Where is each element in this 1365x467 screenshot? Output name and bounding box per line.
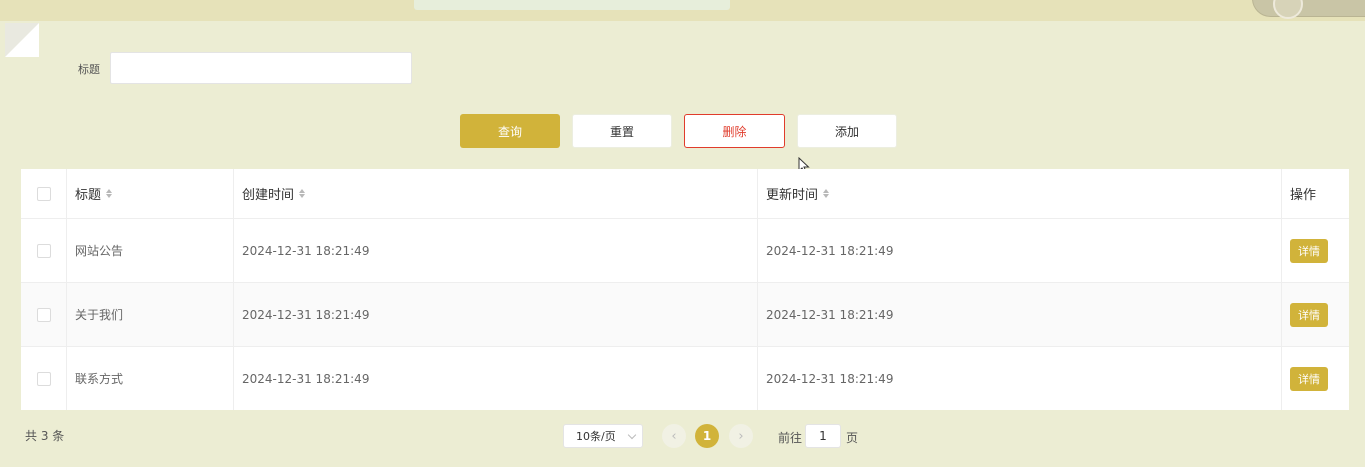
row-actions: 详情: [1282, 283, 1349, 346]
delete-button[interactable]: 删除: [684, 114, 785, 148]
row-actions: 详情: [1282, 347, 1349, 410]
top-tab[interactable]: [414, 0, 730, 10]
row-checkbox[interactable]: [36, 307, 51, 322]
title-search-input[interactable]: [110, 52, 412, 84]
goto-label: 前往: [778, 431, 803, 445]
sort-icon[interactable]: [823, 189, 830, 198]
add-button[interactable]: 添加: [797, 114, 897, 148]
sort-icon[interactable]: [299, 189, 306, 198]
data-table: 标题 创建时间 更新时间 操作 网站公告 2024-12-31 18:21:49…: [21, 169, 1349, 410]
chevron-down-icon: [627, 430, 637, 440]
chevron-left-icon: ‹: [671, 428, 677, 444]
header-actions-label: 操作: [1290, 188, 1317, 203]
page-number-button[interactable]: 1: [695, 424, 719, 448]
table-header-row: 标题 创建时间 更新时间 操作: [21, 169, 1349, 218]
next-page-button[interactable]: ›: [729, 424, 753, 448]
header-updated[interactable]: 更新时间: [758, 169, 1282, 218]
row-updated: 2024-12-31 18:21:49: [758, 283, 1282, 346]
row-checkbox[interactable]: [36, 371, 51, 386]
detail-button[interactable]: 详情: [1290, 302, 1328, 327]
avatar[interactable]: [1273, 0, 1303, 19]
row-created: 2024-12-31 18:21:49: [234, 219, 758, 282]
main-content: 标题 查询 重置 删除 添加 标题 创建时间 更新时间 操作 网站公告 2024…: [5, 21, 1365, 467]
row-title: 联系方式: [67, 347, 234, 410]
sort-icon[interactable]: [106, 189, 113, 198]
chevron-right-icon: ›: [738, 428, 744, 444]
row-select-cell: [21, 283, 67, 346]
row-created: 2024-12-31 18:21:49: [234, 347, 758, 410]
row-created: 2024-12-31 18:21:49: [234, 283, 758, 346]
header-actions: 操作: [1282, 169, 1349, 218]
goto-suffix: 页: [846, 431, 859, 445]
page-size-select[interactable]: 10条/页: [563, 424, 643, 448]
reset-button[interactable]: 重置: [572, 114, 672, 148]
page-size-value: 10条/页: [576, 430, 616, 443]
detail-button[interactable]: 详情: [1290, 366, 1328, 391]
user-menu[interactable]: [1252, 0, 1365, 19]
row-actions: 详情: [1282, 219, 1349, 282]
header-created[interactable]: 创建时间: [234, 169, 758, 218]
detail-button[interactable]: 详情: [1290, 238, 1328, 263]
row-select-cell: [21, 219, 67, 282]
row-title: 关于我们: [67, 283, 234, 346]
title-search-label: 标题: [78, 63, 100, 76]
table-row: 关于我们 2024-12-31 18:21:49 2024-12-31 18:2…: [21, 282, 1349, 346]
table-row: 网站公告 2024-12-31 18:21:49 2024-12-31 18:2…: [21, 218, 1349, 282]
row-select-cell: [21, 347, 67, 410]
select-all-checkbox[interactable]: [36, 186, 51, 201]
prev-page-button[interactable]: ‹: [662, 424, 686, 448]
query-button[interactable]: 查询: [460, 114, 560, 148]
row-title: 网站公告: [67, 219, 234, 282]
header-title[interactable]: 标题: [67, 169, 234, 218]
goto-page-input[interactable]: 1: [805, 424, 841, 448]
row-updated: 2024-12-31 18:21:49: [758, 219, 1282, 282]
top-bar: [0, 0, 1365, 21]
header-updated-label: 更新时间: [766, 188, 819, 203]
header-created-label: 创建时间: [242, 188, 295, 203]
pagination-total: 共 3 条: [25, 429, 65, 443]
header-title-label: 标题: [75, 188, 102, 203]
table-row: 联系方式 2024-12-31 18:21:49 2024-12-31 18:2…: [21, 346, 1349, 410]
select-all-cell: [21, 169, 67, 218]
row-updated: 2024-12-31 18:21:49: [758, 347, 1282, 410]
row-checkbox[interactable]: [36, 243, 51, 258]
